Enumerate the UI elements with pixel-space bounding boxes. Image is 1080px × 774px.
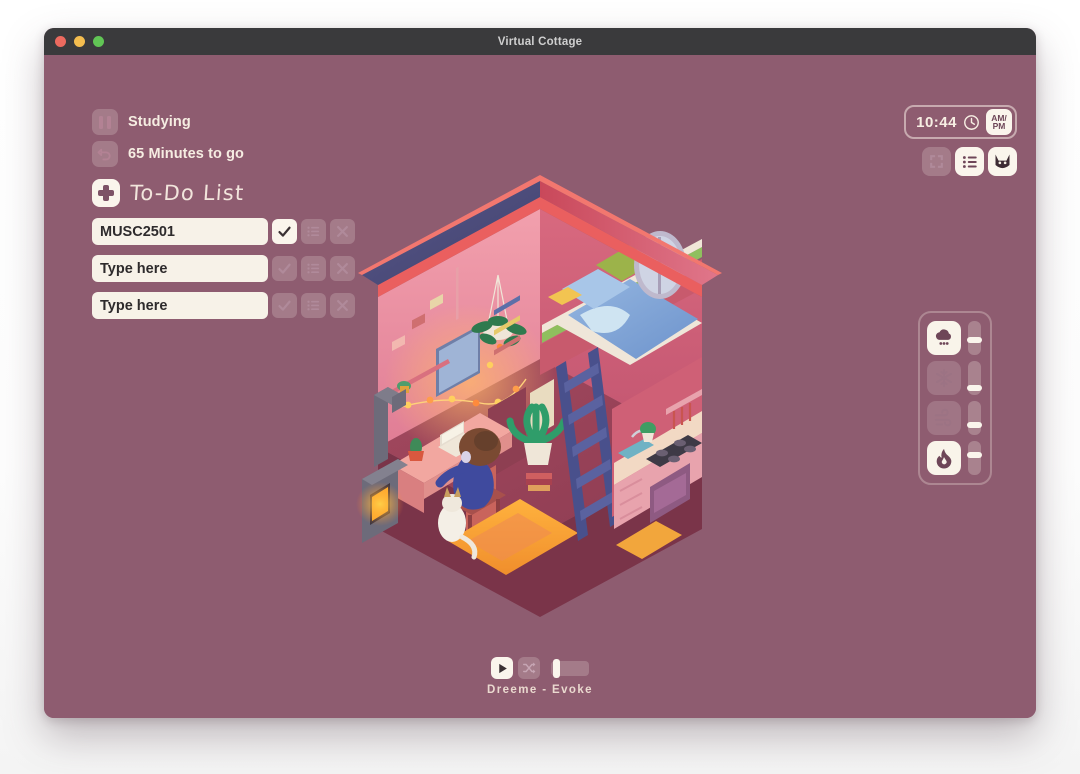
fire-icon	[936, 448, 952, 469]
play-icon	[498, 663, 507, 673]
fullscreen-button[interactable]	[922, 147, 951, 176]
todo-header: To-Do List	[92, 179, 246, 207]
rain-volume-slider[interactable]	[967, 321, 982, 355]
music-volume-slider[interactable]	[551, 658, 589, 678]
snow-icon	[935, 368, 953, 388]
slider-thumb[interactable]	[967, 422, 982, 428]
track-title: Dreeme - Evoke	[487, 684, 593, 696]
slider-thumb[interactable]	[967, 452, 982, 458]
timer-status-label: Studying	[128, 114, 191, 130]
maximize-window-button[interactable]	[93, 36, 104, 47]
ambience-channel-snow	[927, 361, 983, 395]
timer-remaining-row: 65 Minutes to go	[92, 141, 244, 167]
toolbar	[922, 147, 1017, 176]
todo-list	[92, 218, 355, 329]
close-icon	[337, 226, 348, 237]
cat-icon	[995, 154, 1010, 169]
todo-detail-button[interactable]	[301, 293, 326, 318]
todo-delete-button[interactable]	[330, 293, 355, 318]
pause-button[interactable]	[92, 109, 118, 135]
reset-button[interactable]	[92, 141, 118, 167]
clock-time: 10:44	[916, 113, 957, 131]
clock-widget[interactable]: 10:44 AM/ PM	[904, 105, 1017, 139]
wind-toggle-button[interactable]	[927, 401, 961, 435]
list-icon	[307, 300, 320, 311]
ambience-channel-fire	[927, 441, 983, 475]
person-hair-highlight	[474, 431, 498, 451]
todo-toggle-button[interactable]	[955, 147, 984, 176]
todo-detail-button[interactable]	[301, 219, 326, 244]
timer-panel: Studying 65 Minutes to go	[92, 109, 244, 173]
music-player: Dreeme - Evoke	[44, 657, 1036, 696]
add-todo-button[interactable]	[92, 179, 120, 207]
stove-glow	[356, 482, 404, 526]
todo-input[interactable]	[92, 218, 268, 245]
close-icon	[337, 300, 348, 311]
minimize-window-button[interactable]	[74, 36, 85, 47]
todo-row	[92, 218, 355, 245]
list-icon	[962, 155, 977, 168]
todo-row	[92, 255, 355, 282]
window-titlebar: Virtual Cottage	[44, 28, 1036, 55]
shuffle-icon	[523, 662, 536, 674]
page-root: Virtual Cottage Studying 65 Minutes to g…	[0, 0, 1080, 774]
app-stage: Studying 65 Minutes to go To-Do List MUS…	[44, 55, 1036, 718]
traffic-lights	[55, 28, 104, 55]
window-title: Virtual Cottage	[497, 35, 583, 48]
play-button[interactable]	[491, 657, 513, 679]
book-stack	[526, 473, 552, 491]
todo-input[interactable]	[92, 292, 268, 319]
ampm-toggle-button[interactable]: AM/ PM	[986, 109, 1012, 135]
rain-toggle-button[interactable]	[927, 321, 961, 355]
close-icon	[337, 263, 348, 274]
window-mullion	[456, 266, 459, 321]
music-controls	[491, 657, 589, 679]
todo-delete-button[interactable]	[330, 256, 355, 281]
slider-thumb[interactable]	[967, 337, 982, 343]
clock-icon	[964, 114, 979, 130]
slider-thumb[interactable]	[553, 658, 560, 678]
reset-icon	[97, 148, 111, 160]
todo-check-button[interactable]	[272, 256, 297, 281]
todo-check-button[interactable]	[272, 219, 297, 244]
desk-cactus-pot	[408, 451, 424, 461]
ambience-channel-wind	[927, 401, 983, 435]
timer-status-row: Studying	[92, 109, 244, 135]
cat-toggle-button[interactable]	[988, 147, 1017, 176]
check-icon	[278, 300, 291, 311]
pause-icon	[99, 115, 111, 129]
todo-delete-button[interactable]	[330, 219, 355, 244]
todo-detail-button[interactable]	[301, 256, 326, 281]
slider-thumb[interactable]	[967, 385, 982, 391]
ampm-bottom-label: PM	[992, 121, 1006, 131]
todo-list-title: To-Do List	[129, 181, 246, 205]
ambience-channel-rain	[927, 321, 983, 355]
fire-toggle-button[interactable]	[927, 441, 961, 475]
rain-icon	[935, 329, 951, 345]
cottage-illustration	[330, 147, 750, 647]
kitchen-plant-pot	[642, 433, 654, 442]
person-headphones	[461, 451, 471, 463]
app-window: Virtual Cottage Studying 65 Minutes to g…	[44, 28, 1036, 718]
list-icon	[307, 263, 320, 274]
fire-volume-slider[interactable]	[967, 441, 982, 475]
list-icon	[307, 226, 320, 237]
check-icon	[278, 263, 291, 274]
close-window-button[interactable]	[55, 36, 66, 47]
ambience-panel	[918, 311, 992, 485]
check-icon	[278, 226, 291, 237]
todo-check-button[interactable]	[272, 293, 297, 318]
fullscreen-icon	[930, 155, 943, 168]
snow-toggle-button[interactable]	[927, 361, 961, 395]
shuffle-button[interactable]	[518, 657, 540, 679]
wind-icon	[934, 408, 952, 427]
todo-input[interactable]	[92, 255, 268, 282]
snow-volume-slider[interactable]	[967, 361, 982, 395]
wind-volume-slider[interactable]	[967, 401, 982, 435]
todo-row	[92, 292, 355, 319]
timer-remaining-label: 65 Minutes to go	[128, 146, 244, 162]
floor-plant-pot	[524, 443, 552, 465]
